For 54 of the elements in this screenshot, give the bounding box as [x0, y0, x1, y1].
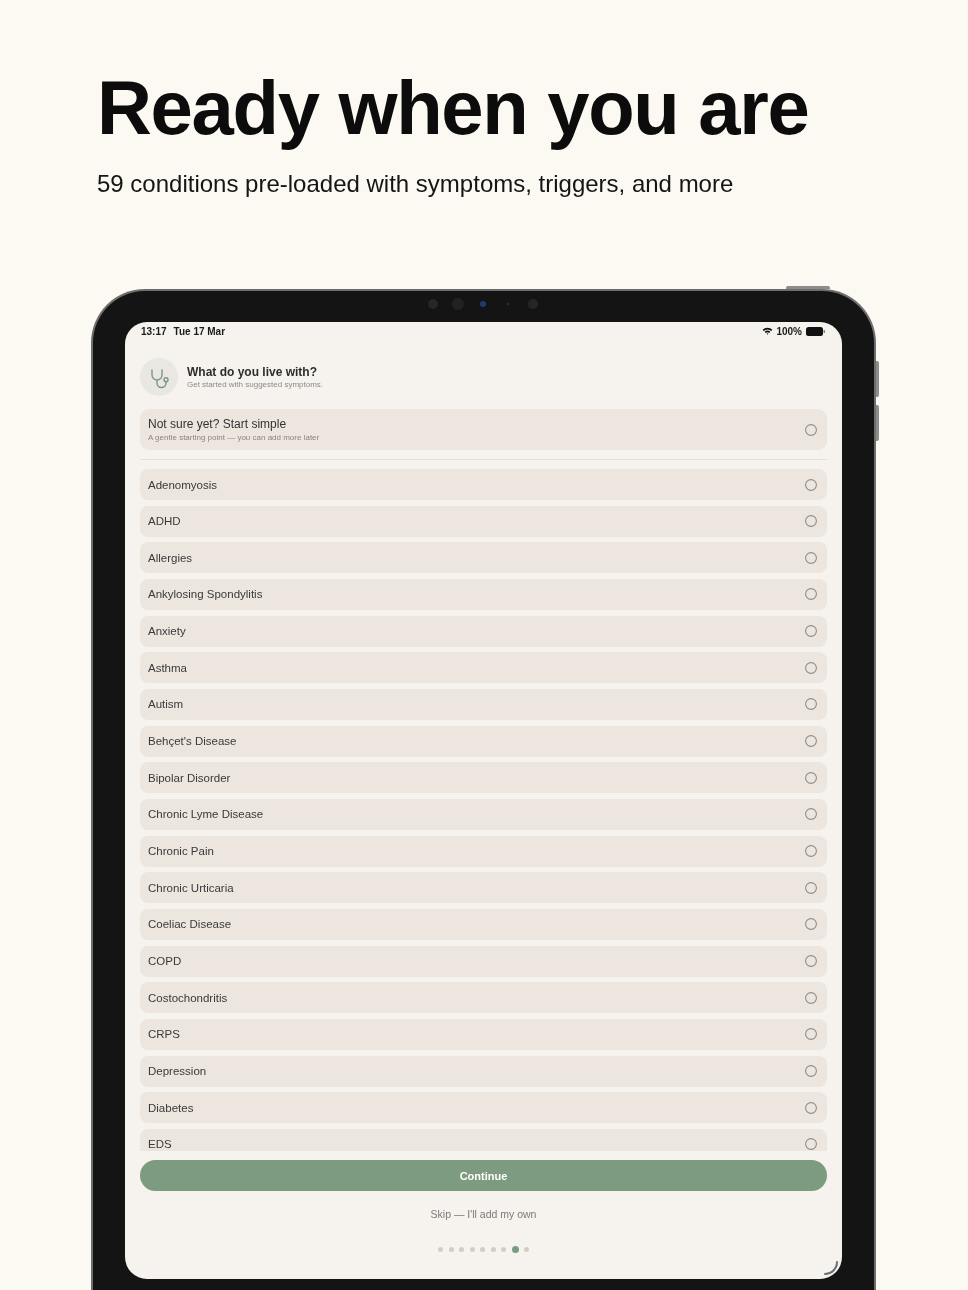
status-date: Tue 17 Mar [173, 325, 226, 337]
radio-icon [805, 698, 817, 711]
radio-icon [805, 808, 817, 821]
radio-icon [805, 515, 817, 528]
condition-option[interactable]: Bipolar Disorder [140, 762, 827, 794]
radio-icon [805, 771, 817, 784]
condition-option[interactable]: Anxiety [140, 615, 827, 647]
radio-icon [805, 1028, 817, 1041]
condition-option[interactable]: Behçet's Disease [140, 725, 827, 757]
battery-percent: 100% [776, 325, 802, 337]
radio-icon [805, 423, 817, 436]
top-key-drawing [786, 286, 830, 289]
start-simple-option[interactable]: Not sure yet? Start simple A gentle starting point — you can add more later [140, 409, 827, 450]
radio-icon [805, 918, 817, 931]
radio-icon [805, 588, 817, 601]
side-key-drawing [876, 405, 879, 441]
skip-link[interactable]: Skip — I'll add my own [430, 1206, 537, 1222]
condition-option[interactable]: Autism [140, 688, 827, 720]
status-time: 13:17 [141, 325, 167, 337]
side-key-drawing [876, 361, 879, 397]
radio-icon [805, 661, 817, 674]
stethoscope-icon [140, 358, 178, 396]
condition-option[interactable]: Chronic Lyme Disease [140, 798, 827, 830]
condition-option[interactable]: Coeliac Disease [140, 908, 827, 940]
condition-option[interactable]: Ankylosing Spondylitis [140, 578, 827, 610]
radio-icon [805, 625, 817, 638]
condition-option[interactable]: Asthma [140, 652, 827, 684]
condition-option[interactable]: Allergies [140, 542, 827, 574]
condition-option[interactable]: Diabetes [140, 1092, 827, 1124]
prompt-subtitle: Get started with suggested symptoms. [187, 379, 324, 390]
condition-option[interactable]: COPD [140, 945, 827, 977]
condition-option[interactable]: EDS [140, 1128, 827, 1151]
radio-icon [805, 845, 817, 858]
radio-icon [805, 955, 817, 968]
battery-icon [806, 326, 825, 336]
prompt-title: What do you live with? [187, 364, 317, 379]
radio-icon [805, 1138, 817, 1151]
wifi-icon [762, 327, 774, 335]
radio-icon [805, 991, 817, 1004]
resize-handle-icon[interactable] [824, 1261, 838, 1275]
condition-option[interactable]: Adenomyosis [140, 469, 827, 500]
radio-icon [805, 478, 817, 491]
radio-icon [805, 735, 817, 748]
radio-icon [805, 1101, 817, 1114]
radio-icon [805, 1065, 817, 1077]
subheadline: 59 conditions pre-loaded with symptoms, triggers, and more [97, 169, 734, 198]
condition-option[interactable]: Chronic Urticaria [140, 872, 827, 904]
condition-option[interactable]: Depression [140, 1055, 827, 1087]
condition-option[interactable]: Chronic Pain [140, 835, 827, 867]
condition-option[interactable]: ADHD [140, 505, 827, 537]
condition-option[interactable]: CRPS [140, 1018, 827, 1050]
radio-icon [805, 551, 817, 564]
condition-option[interactable]: Costochondritis [140, 982, 827, 1014]
radio-icon [805, 881, 817, 894]
